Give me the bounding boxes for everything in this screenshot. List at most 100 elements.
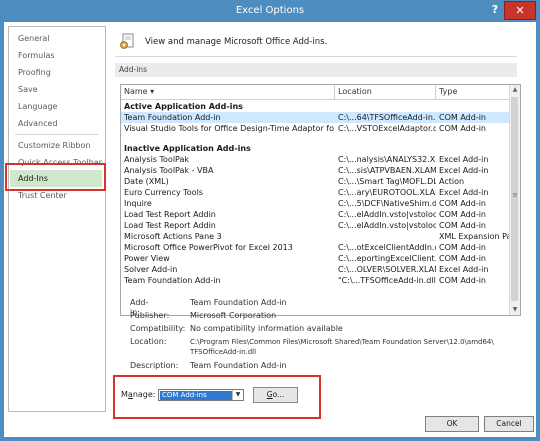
cell-type: COM Add-in <box>439 124 486 133</box>
cell-name: Microsoft Actions Pane 3 <box>124 232 222 241</box>
section-title-addins: Add-ins <box>115 63 517 77</box>
detail-value: No compatibility information available <box>190 324 343 333</box>
table-scrollbar[interactable]: ▲ ≡ ▼ <box>509 85 520 315</box>
manage-dropdown[interactable]: COM Add-ins ▼ <box>158 389 244 401</box>
cell-name: Team Foundation Add-in <box>124 113 221 122</box>
cell-location: C:\...ary\EUROTOOL.XLAM <box>338 188 436 197</box>
cell-type: COM Add-in <box>439 210 486 219</box>
nav-item-save[interactable]: Save <box>10 81 102 98</box>
cell-type: COM Add-in <box>439 221 486 230</box>
go-button[interactable]: Go... <box>253 387 298 403</box>
detail-label: Compatibility: <box>130 324 186 333</box>
nav-item-language[interactable]: Language <box>10 98 102 115</box>
table-row[interactable]: Date (XML) C:\...\Smart Tag\MOFL.DLL Act… <box>121 176 509 187</box>
cell-name: Load Test Report Addin <box>124 221 216 230</box>
header-text: View and manage Microsoft Office Add-ins… <box>145 37 328 47</box>
nav-separator <box>15 134 99 135</box>
cell-type: Excel Add-in <box>439 155 489 164</box>
group-title: Inactive Application Add-ins <box>124 144 251 153</box>
cell-location: C:\...elAddIn.vsto|vstolocal <box>338 221 436 230</box>
cell-name: Inquire <box>124 199 152 208</box>
manage-label-part: nage: <box>132 390 156 399</box>
detail-label: Description: <box>130 361 179 370</box>
table-row[interactable]: Team Foundation Add-in "C:\...TFSOfficeA… <box>121 275 509 286</box>
table-row[interactable]: Load Test Report Addin C:\...elAddIn.vst… <box>121 220 509 231</box>
addins-table[interactable]: Name ▾ Location Type Active Application … <box>120 84 521 316</box>
table-row[interactable]: Microsoft Actions Pane 3 XML Expansion P… <box>121 231 512 242</box>
table-row[interactable]: Team Foundation Add-in C:\...64\TFSOffic… <box>121 112 509 123</box>
cell-location: C:\...OLVER\SOLVER.XLAM <box>338 265 436 274</box>
scroll-down-icon[interactable]: ▼ <box>510 305 520 315</box>
nav-item-formulas[interactable]: Formulas <box>10 47 102 64</box>
nav-item-general[interactable]: General <box>10 30 102 47</box>
cell-name: Analysis ToolPak - VBA <box>124 166 214 175</box>
close-button[interactable]: ✕ <box>504 1 536 20</box>
nav-item-quick-access-toolbar[interactable]: Quick Access Toolbar <box>10 154 102 171</box>
cell-type: Excel Add-in <box>439 166 489 175</box>
cell-location: C:\...VSTOExcelAdaptor.dll <box>338 124 436 133</box>
table-row[interactable]: Load Test Report Addin C:\...elAddIn.vst… <box>121 209 509 220</box>
table-row[interactable]: Solver Add-in C:\...OLVER\SOLVER.XLAM Ex… <box>121 264 509 275</box>
cell-name: Team Foundation Add-in <box>124 276 221 285</box>
window-title: Excel Options <box>235 5 305 16</box>
cancel-button[interactable]: Cancel <box>484 416 534 432</box>
cell-location: C:\...elAddIn.vsto|vstolocal <box>338 210 436 219</box>
detail-value: TFSOfficeAdd-in.dll <box>190 348 257 356</box>
cell-name: Load Test Report Addin <box>124 210 216 219</box>
cell-type: COM Add-in <box>439 113 486 122</box>
group-header-active: Active Application Add-ins <box>121 101 509 112</box>
group-header-inactive: Inactive Application Add-ins <box>121 143 509 154</box>
nav-item-trust-center[interactable]: Trust Center <box>10 187 102 204</box>
cell-name: Date (XML) <box>124 177 169 186</box>
cell-name: Euro Currency Tools <box>124 188 203 197</box>
column-header-type[interactable]: Type <box>436 85 509 99</box>
window-frame-right <box>536 22 540 441</box>
cell-type: Action <box>439 177 465 186</box>
scroll-grip-icon: ≡ <box>512 191 518 199</box>
cell-location: "C:\...TFSOfficeAdd-in.dll" <box>338 276 436 285</box>
cell-name: Solver Add-in <box>124 265 178 274</box>
header-divider <box>115 56 517 57</box>
go-button-label: o... <box>272 390 285 399</box>
addins-gear-icon <box>119 32 137 50</box>
help-button[interactable]: ? <box>486 1 504 19</box>
table-row[interactable]: Inquire C:\...5\DCF\NativeShim.dll COM A… <box>121 198 509 209</box>
cell-type: COM Add-in <box>439 254 486 263</box>
nav-item-proofing[interactable]: Proofing <box>10 64 102 81</box>
table-header: Name ▾ Location Type <box>121 85 509 100</box>
cell-type: COM Add-in <box>439 276 486 285</box>
table-row[interactable]: Analysis ToolPak - VBA C:\...sis\ATPVBAE… <box>121 165 509 176</box>
scroll-up-icon[interactable]: ▲ <box>510 85 520 95</box>
window-frame-left <box>0 22 4 441</box>
detail-value: Microsoft Corporation <box>190 311 277 320</box>
cell-location: C:\...\Smart Tag\MOFL.DLL <box>338 177 436 186</box>
cell-name: Analysis ToolPak <box>124 155 190 164</box>
manage-label: Manage: <box>121 390 155 399</box>
table-row[interactable]: Euro Currency Tools C:\...ary\EUROTOOL.X… <box>121 187 509 198</box>
column-header-location[interactable]: Location <box>335 85 438 99</box>
detail-label: Location: <box>130 337 167 346</box>
table-row[interactable]: Power View C:\...eportingExcelClient.dll… <box>121 253 509 264</box>
cell-type: COM Add-in <box>439 243 486 252</box>
nav-item-customize-ribbon[interactable]: Customize Ribbon <box>10 137 102 154</box>
group-title: Active Application Add-ins <box>124 102 243 111</box>
cell-location: C:\...otExcelClientAddIn.dll <box>338 243 436 252</box>
column-header-name[interactable]: Name ▾ <box>121 85 334 99</box>
cell-location: C:\...nalysis\ANALYS32.XLL <box>338 155 436 164</box>
scroll-thumb[interactable] <box>511 97 518 301</box>
cell-location: C:\...64\TFSOfficeAdd-in.dll <box>338 113 436 122</box>
cell-location: C:\...sis\ATPVBAEN.XLAM <box>338 166 436 175</box>
nav-item-add-ins[interactable]: Add-Ins <box>10 170 102 187</box>
nav-item-advanced[interactable]: Advanced <box>10 115 102 132</box>
manage-label-part: M <box>121 390 128 399</box>
ok-button[interactable]: OK <box>425 416 479 432</box>
chevron-down-icon[interactable]: ▼ <box>232 390 243 400</box>
table-row[interactable]: Visual Studio Tools for Office Design-Ti… <box>121 123 509 134</box>
options-nav: General Formulas Proofing Save Language … <box>8 26 106 412</box>
detail-value: Team Foundation Add-in <box>190 298 287 307</box>
cell-name: Visual Studio Tools for Office Design-Ti… <box>124 124 334 133</box>
cell-type: COM Add-in <box>439 199 486 208</box>
table-row[interactable]: Analysis ToolPak C:\...nalysis\ANALYS32.… <box>121 154 509 165</box>
table-row[interactable]: Microsoft Office PowerPivot for Excel 20… <box>121 242 509 253</box>
cell-name: Power View <box>124 254 170 263</box>
